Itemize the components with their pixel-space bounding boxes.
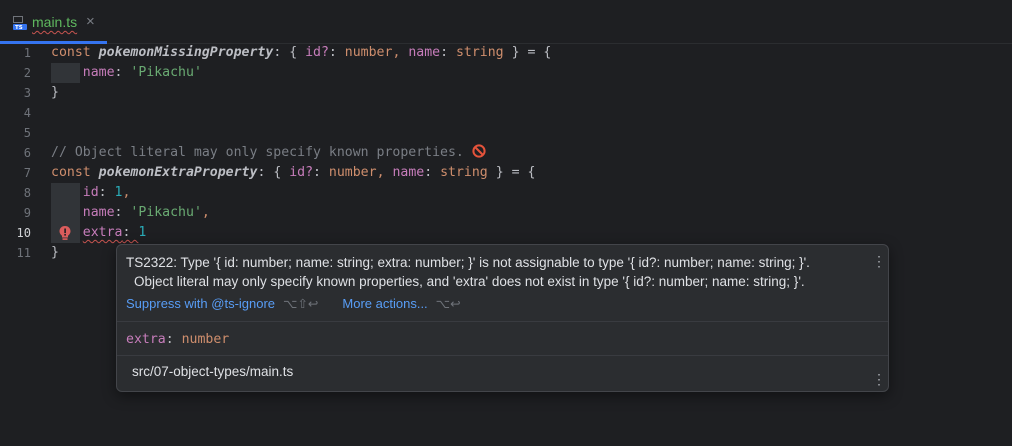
code-token: number: [344, 45, 393, 60]
code-token: const: [51, 165, 99, 180]
code-token: } = {: [487, 165, 536, 180]
code-token: 1: [114, 185, 123, 200]
code-token: string: [455, 45, 504, 60]
type-signature: extra: number: [126, 332, 229, 347]
type-prop-name: extra: [126, 332, 166, 347]
code-token: }: [51, 85, 59, 100]
code-text: }: [51, 83, 59, 103]
code-token: :: [328, 45, 345, 60]
code-token: 1: [138, 225, 147, 240]
code-line[interactable]: 10 extra: 1: [0, 223, 1012, 243]
code-line[interactable]: 6 // Object literal may only specify know…: [0, 143, 1012, 163]
code-line[interactable]: 5: [0, 123, 1012, 143]
line-number: 9: [23, 206, 31, 220]
code-line[interactable]: 2 name: 'Pikachu': [0, 63, 1012, 83]
line-number: 10: [16, 226, 31, 240]
error-message: TS2322: Type '{ id: number; name: string…: [126, 253, 866, 291]
code-token: 'Pikachu': [130, 65, 202, 80]
code-token: string: [440, 165, 488, 180]
tab-main-ts[interactable]: TS main.ts ×: [0, 0, 107, 44]
more-options-icon[interactable]: ⋮: [872, 254, 886, 268]
code-line[interactable]: 7 const pokemonExtraProperty: { id?: numb…: [0, 163, 1012, 183]
type-name: number: [181, 332, 230, 347]
code-token: extra: [82, 225, 123, 240]
code-token: id?: [305, 45, 329, 60]
code-line[interactable]: 4: [0, 103, 1012, 123]
code-token: ,: [392, 45, 409, 60]
file-path: src/07-object-types/main.ts: [132, 364, 294, 379]
code-token: : {: [257, 165, 290, 180]
line-number: 8: [23, 186, 31, 200]
code-token: :: [313, 165, 329, 180]
code-token: :: [440, 45, 456, 60]
tab-close-icon[interactable]: ×: [86, 13, 95, 30]
code-token: : {: [273, 45, 306, 60]
code-token: pokemonExtraProperty: [98, 165, 258, 180]
code-token: :: [114, 65, 131, 80]
prohibited-icon: [472, 144, 486, 158]
code-text: name: 'Pikachu': [51, 63, 202, 83]
code-token: id?: [289, 165, 314, 180]
code-line[interactable]: 1 const pokemonMissingProperty: { id?: nu…: [0, 43, 1012, 63]
code-token: 'Pikachu': [130, 205, 202, 220]
code-text: }: [51, 243, 59, 263]
more-options-icon[interactable]: ⋮: [872, 372, 886, 386]
line-number: 3: [23, 86, 31, 100]
code-token: :: [424, 165, 441, 180]
code-text: id: 1,: [51, 183, 131, 203]
code-token: name: [392, 165, 425, 180]
tab-label: main.ts: [32, 14, 78, 30]
code-token: name: [82, 65, 115, 80]
editor-tab-bar: TS main.ts ×: [0, 0, 1012, 44]
code-token: ,: [122, 185, 131, 200]
popup-divider: [117, 355, 888, 356]
code-token: const: [51, 45, 99, 60]
more-actions-shortcut: ⌥↩: [435, 297, 461, 311]
code-token: name: [82, 205, 115, 220]
line-number: 7: [23, 166, 31, 180]
line-number: 4: [23, 106, 31, 120]
code-token: :: [122, 225, 139, 240]
code-text: extra: 1: [51, 223, 147, 243]
code-text: const pokemonExtraProperty: { id?: numbe…: [51, 163, 535, 183]
typescript-file-icon: TS: [13, 16, 27, 30]
error-message-line-1: TS2322: Type '{ id: number; name: string…: [126, 255, 810, 270]
code-line[interactable]: 8 id: 1,: [0, 183, 1012, 203]
line-number: 6: [23, 146, 31, 160]
code-text: name: 'Pikachu',: [51, 203, 210, 223]
code-token: name: [408, 45, 441, 60]
line-number: 2: [23, 66, 31, 80]
suppress-shortcut: ⌥⇧↩: [283, 297, 319, 311]
code-token: ,: [201, 205, 210, 220]
line-number: 1: [23, 46, 31, 60]
code-token: id: [82, 185, 99, 200]
popup-divider: [117, 321, 888, 322]
error-tooltip-popup: TS2322: Type '{ id: number; name: string…: [116, 244, 889, 392]
code-token: :: [98, 185, 115, 200]
code-line[interactable]: 3}: [0, 83, 1012, 103]
code-token: ,: [376, 165, 393, 180]
code-text: // Object literal may only specify known…: [51, 143, 486, 163]
more-actions-link[interactable]: More actions...: [342, 296, 427, 311]
code-token: number: [328, 165, 377, 180]
code-token: // Object literal may only specify known…: [51, 145, 464, 160]
svg-text:TS: TS: [15, 25, 23, 30]
type-colon: :: [165, 332, 182, 347]
code-text: const pokemonMissingProperty: { id?: num…: [51, 43, 551, 63]
error-message-line-2: Object literal may only specify known pr…: [134, 274, 805, 289]
suppress-ts-ignore-link[interactable]: Suppress with @ts-ignore: [126, 296, 275, 311]
quick-fix-actions: Suppress with @ts-ignore ⌥⇧↩ More action…: [126, 296, 461, 311]
code-token: :: [114, 205, 131, 220]
code-token: }: [51, 245, 59, 260]
line-number: 11: [16, 246, 31, 260]
code-line[interactable]: 9 name: 'Pikachu',: [0, 203, 1012, 223]
code-token: } = {: [503, 45, 552, 60]
code-token: pokemonMissingProperty: [98, 45, 274, 60]
line-number: 5: [23, 126, 31, 140]
